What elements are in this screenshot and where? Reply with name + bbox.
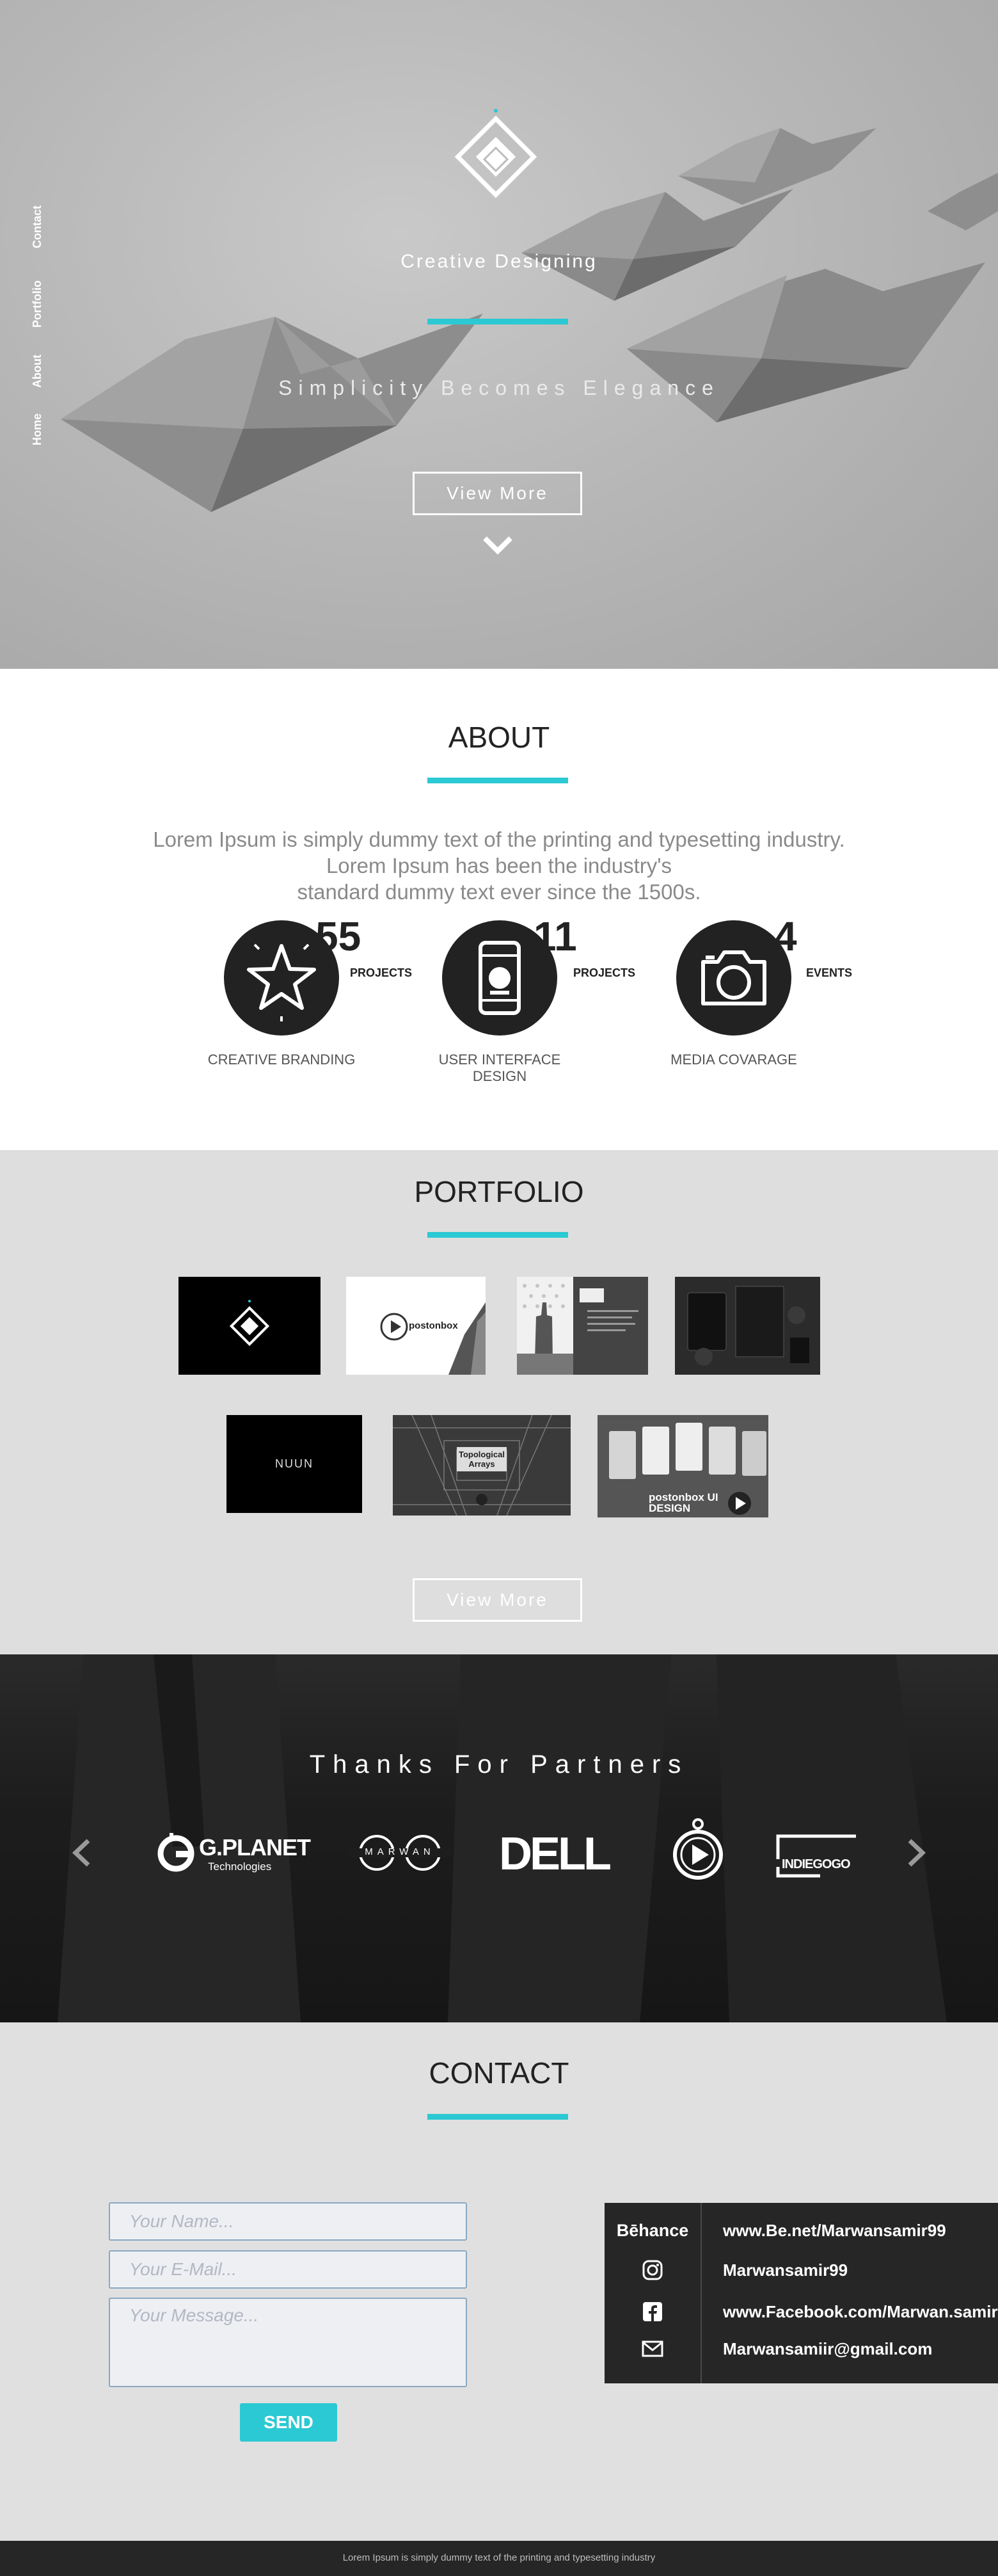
partner-logo-gplanet[interactable]: G.PLANET Technologies	[157, 1830, 311, 1875]
send-button[interactable]: SEND	[240, 2403, 337, 2442]
mail-icon	[642, 2340, 663, 2357]
contact-accent-bar	[427, 2114, 568, 2120]
about-text: Lorem Ipsum is simply dummy text of the …	[0, 826, 998, 905]
email-address: Marwansamiir@gmail.com	[723, 2339, 933, 2358]
facebook-icon	[643, 2302, 662, 2321]
nav-portfolio[interactable]: Portfolio	[31, 280, 44, 328]
about-section: ABOUT Lorem Ipsum is simply dummy text o…	[0, 669, 998, 1150]
stat-unit: PROJECTS	[573, 966, 636, 979]
behance-label: Bēhance	[616, 2220, 689, 2240]
stat-caption-line: CREATIVE BRANDING	[207, 1052, 356, 1068]
stat-caption: CREATIVE BRANDING	[202, 1052, 361, 1068]
name-field[interactable]	[109, 2202, 467, 2241]
thumb-text: postonbox	[409, 1320, 458, 1331]
stat-caption-line: DESIGN	[472, 1068, 527, 1084]
portfolio-thumb-postonbox[interactable]: postonbox	[346, 1277, 486, 1375]
brand-logo-icon	[229, 1300, 270, 1347]
instagram-icon	[642, 2260, 663, 2280]
chevron-left-icon[interactable]	[69, 1837, 95, 1869]
portfolio-section: PORTFOLIO postonbox NUUN Topological Arr…	[0, 1150, 998, 1654]
stat-unit: PROJECTS	[350, 966, 413, 979]
chevron-down-icon[interactable]	[481, 534, 514, 555]
hero-section: Home About Portfolio Contact Creative De…	[0, 0, 998, 669]
side-nav: Home About Portfolio Contact	[31, 192, 50, 461]
nav-home[interactable]: Home	[31, 413, 44, 445]
about-text-line: standard dummy text ever since the 1500s…	[297, 880, 701, 904]
stat-number: 11	[534, 913, 577, 959]
stat-caption-line: MEDIA COVARAGE	[670, 1052, 797, 1068]
instagram-handle: Marwansamir99	[723, 2260, 848, 2280]
message-field[interactable]	[109, 2298, 467, 2387]
partner-logo-dell[interactable]: DELL	[499, 1828, 627, 1880]
stat-number: 55	[315, 913, 361, 959]
partner-logo-text: G.PLANET	[199, 1834, 311, 1860]
icon-cell	[605, 2254, 701, 2286]
behance-url: www.Be.net/Marwansamir99	[723, 2221, 946, 2240]
footer: Lorem Ipsum is simply dummy text of the …	[0, 2541, 998, 2576]
portfolio-accent-bar	[427, 1232, 568, 1238]
facebook-link[interactable]: www.Facebook.com/Marwan.samir2	[605, 2296, 998, 2328]
thumb-text: Topological Arrays	[459, 1450, 505, 1469]
facebook-url: www.Facebook.com/Marwan.samir2	[723, 2302, 998, 2321]
hero-view-more-button[interactable]: View More	[413, 472, 582, 515]
stat-media-coverage: 4 EVENTS MEDIA COVARAGE	[667, 913, 871, 1112]
stat-creative-branding: 55 PROJECTS CREATIVE BRANDING	[208, 913, 419, 1112]
portfolio-thumb-nuun[interactable]: NUUN	[226, 1415, 362, 1513]
portfolio-thumb-arrays[interactable]: Topological Arrays	[393, 1415, 571, 1516]
stat-caption-line: USER INTERFACE	[438, 1052, 561, 1068]
stat-caption: USER INTERFACE DESIGN	[420, 1052, 580, 1085]
nav-contact[interactable]: Contact	[31, 205, 44, 248]
about-title: ABOUT	[448, 721, 550, 754]
thumb-art	[687, 1286, 809, 1366]
play-logo-icon	[673, 1818, 723, 1880]
footer-text: Lorem Ipsum is simply dummy text of the …	[342, 2552, 656, 2563]
portfolio-thumb-logo[interactable]	[178, 1277, 321, 1375]
portfolio-thumb-ui-design[interactable]: postonbox UI DESIGN	[598, 1415, 768, 1517]
behance-link[interactable]: Bēhance www.Be.net/Marwansamir99	[605, 2214, 998, 2246]
partner-logo-text: DELL	[499, 1828, 612, 1880]
thumb-text: NUUN	[275, 1457, 313, 1470]
icon-cell	[605, 2333, 701, 2365]
instagram-link[interactable]: Marwansamir99	[605, 2254, 998, 2286]
portfolio-view-more-button[interactable]: View More	[413, 1578, 582, 1622]
partner-logo-play[interactable]	[672, 1818, 724, 1882]
email-field[interactable]	[109, 2250, 467, 2289]
partner-logo-indiegogo[interactable]: INDIEGOGO	[775, 1834, 859, 1878]
paper-boats-background	[61, 128, 998, 512]
hero-accent-bar	[427, 319, 568, 324]
about-accent-bar	[427, 778, 568, 783]
contact-title: CONTACT	[429, 2056, 569, 2090]
about-text-line: Lorem Ipsum has been the industry's	[326, 854, 672, 877]
thumb-text: postonbox UI DESIGN	[649, 1491, 718, 1514]
brand-logo-icon	[454, 109, 537, 198]
chevron-right-icon[interactable]	[903, 1837, 929, 1869]
icon-cell	[605, 2296, 701, 2328]
portfolio-thumb-dark-devices[interactable]	[675, 1277, 820, 1375]
portfolio-title: PORTFOLIO	[414, 1175, 584, 1208]
partner-logo-text: MARWAN	[365, 1846, 435, 1857]
partner-logo-subtext: Technologies	[208, 1860, 272, 1873]
contact-section: CONTACT SEND Bēhance www.Be.net/Marwansa…	[0, 2022, 998, 2541]
email-link[interactable]: Marwansamiir@gmail.com	[605, 2333, 998, 2365]
contact-info-card: Bēhance www.Be.net/Marwansamir99 Marwans…	[605, 2203, 998, 2383]
partners-section: Thanks For Partners G.PLANET Technologie…	[0, 1654, 998, 2022]
stat-user-interface: 11 PROJECTS USER INTERFACE DESIGN	[432, 913, 637, 1112]
hero-title: Creative Designing	[400, 251, 598, 272]
stat-caption: MEDIA COVARAGE	[654, 1052, 814, 1068]
about-text-line: Lorem Ipsum is simply dummy text of the …	[153, 828, 845, 851]
gplanet-icon	[157, 1833, 194, 1872]
stat-number: 4	[774, 913, 797, 959]
portfolio-thumb-statue[interactable]	[517, 1277, 648, 1375]
partner-logo-marwan[interactable]: MARWAN	[349, 1834, 451, 1872]
partner-logo-text: INDIEGOGO	[782, 1857, 851, 1871]
partners-title: Thanks For Partners	[309, 1750, 689, 1779]
thumb-art	[517, 1277, 648, 1375]
stat-unit: EVENTS	[806, 966, 853, 979]
hero-subtitle: Simplicity Becomes Elegance	[278, 376, 720, 399]
behance-icon: Bēhance	[605, 2214, 701, 2246]
